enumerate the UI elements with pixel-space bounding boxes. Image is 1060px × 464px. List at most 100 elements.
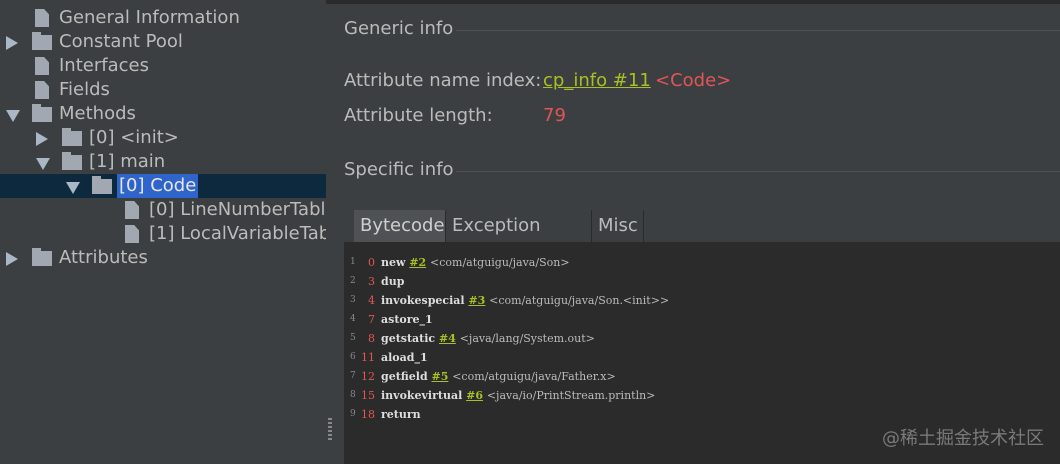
specific-info-divider [456,171,1060,172]
collapse-arrow-icon[interactable] [6,252,18,266]
bytecode-line: 4 7 astore_1 [344,310,1060,329]
tree-node-label: Methods [59,103,136,124]
opcode: aload_1 [381,351,428,364]
bytecode-offset: 0 [368,256,375,269]
file-icon [125,201,139,219]
bytecode-instruction: return [381,405,421,424]
expand-arrow-icon[interactable] [6,110,20,122]
bytecode-instruction: invokevirtual #6 <java/io/PrintStream.pr… [381,386,655,405]
tree-node-label: Fields [59,79,110,100]
bytecode-offset: 8 [368,332,375,345]
collapse-arrow-icon[interactable] [6,36,18,50]
folder-icon [32,104,52,122]
attribute-name-value: <Code> [655,70,732,91]
bytecode-comment: <com/atguigu/java/Son.<init>> [489,294,670,307]
attribute-length-value: 79 [543,105,566,126]
constant-pool-ref-link[interactable]: #3 [468,294,485,307]
tree-node-label: [1] main [89,151,166,172]
tree-node-general-information[interactable]: General Information [0,6,326,30]
attribute-length-label: Attribute length: [344,105,493,126]
bytecode-offset: 12 [361,370,375,383]
opcode: dup [381,275,405,288]
file-icon [125,225,139,243]
bytecode-instruction: getfield #5 <com/atguigu/java/Father.x> [381,367,616,386]
tree-node-label: Constant Pool [59,31,183,52]
generic-info-title: Generic info [344,18,454,39]
folder-icon [32,248,52,266]
constant-pool-ref-link[interactable]: #5 [431,370,448,383]
bytecode-line: 3 4 invokespecial #3 <com/atguigu/java/Son… [344,291,1060,310]
tree-node-attributes[interactable]: Attributes [0,246,326,270]
tree-node-label: Attributes [59,247,148,268]
folder-icon [62,152,82,170]
constant-pool-ref-link[interactable]: #6 [466,389,483,402]
tab-bytecode[interactable]: Bytecode [354,210,446,242]
tree-node-label: [0] <init> [89,127,179,148]
expand-arrow-icon[interactable] [66,182,80,194]
file-icon [35,9,49,27]
bytecode-line: 6 11 aload_1 [344,348,1060,367]
tree-node-label: Interfaces [59,55,149,76]
top-border [326,0,1060,4]
detail-panel: Generic info Attribute name index: cp_in… [326,0,1060,464]
generic-info-divider [456,30,1060,31]
tree-node-label: [0] LineNumberTable [149,199,326,220]
bytecode-line: 1 0 new #2 <com/atguigu/java/Son> [344,253,1060,272]
bytecode-comment: <com/atguigu/java/Son> [430,256,570,269]
bytecode-comment: <java/io/PrintStream.println> [486,389,656,402]
opcode: invokespecial [381,294,465,307]
bytecode-instruction: getstatic #4 <java/lang/System.out> [381,329,595,348]
tree-node-constant-pool[interactable]: Constant Pool [0,30,326,54]
bytecode-line: 2 3 dup [344,272,1060,291]
constant-pool-ref-link[interactable]: #4 [439,332,456,345]
bytecode-instruction: dup [381,272,404,291]
tree-node-label: [1] LocalVariableTable [149,223,326,244]
bytecode-offset: 15 [361,389,375,402]
expand-arrow-icon[interactable] [36,158,50,170]
opcode: return [381,408,421,421]
tree-node-1-localvariabletable[interactable]: [1] LocalVariableTable [0,222,326,246]
collapse-arrow-icon[interactable] [36,132,48,146]
bytecode-instruction: new #2 <com/atguigu/java/Son> [381,253,570,272]
tree-node-methods[interactable]: Methods [0,102,326,126]
specific-info-title: Specific info [344,159,454,180]
tree-node-0-code[interactable]: [0] Code [0,174,326,198]
bytecode-instruction: invokespecial #3 <com/atguigu/java/Son.<… [381,291,669,310]
bytecode-offset: 11 [361,351,375,364]
watermark: @稀土掘金技术社区 [882,428,1044,449]
tab-misc[interactable]: Misc [592,210,644,242]
file-icon [35,81,49,99]
opcode: getfield [381,370,428,383]
folder-icon [62,128,82,146]
bytecode-offset: 18 [361,408,375,421]
bytecode-instruction: aload_1 [381,348,428,367]
opcode: invokevirtual [381,389,463,402]
bytecode-line: 9 18 return [344,405,1060,424]
bytecode-offset: 7 [368,313,375,326]
folder-icon [92,176,112,194]
tree-node-fields[interactable]: Fields [0,78,326,102]
bytecode-line: 7 12 getfield #5 <com/atguigu/java/Father.… [344,367,1060,386]
opcode: astore_1 [381,313,433,326]
bytecode-comment: <java/lang/System.out> [459,332,595,345]
bytecode-comment: <com/atguigu/java/Father.x> [452,370,616,383]
bytecode-offset: 4 [368,294,375,307]
tree-node-1-main[interactable]: [1] main [0,150,326,174]
class-structure-tree[interactable]: General Information Constant Pool Interfac… [0,0,326,464]
tree-node-0-linenumbertable[interactable]: [0] LineNumberTable [0,198,326,222]
tree-node-interfaces[interactable]: Interfaces [0,54,326,78]
tree-node-label: General Information [59,7,240,28]
constant-pool-ref-link[interactable]: #2 [409,256,426,269]
file-icon [35,57,49,75]
opcode: new [381,256,406,269]
bytecode-line: 5 8 getstatic #4 <java/lang/System.out> [344,329,1060,348]
bytecode-line: 8 15 invokevirtual #6 <java/io/PrintStream… [344,386,1060,405]
folder-icon [32,32,52,50]
tree-node-0-init[interactable]: [0] <init> [0,126,326,150]
bytecode-instruction: astore_1 [381,310,433,329]
bytecode-offset: 3 [368,275,375,288]
opcode: getstatic [381,332,436,345]
cp-info-link[interactable]: cp_info #11 [543,70,651,91]
tab-exception-table[interactable]: Exception table [446,210,592,268]
attribute-name-index-label: Attribute name index: [344,70,542,91]
